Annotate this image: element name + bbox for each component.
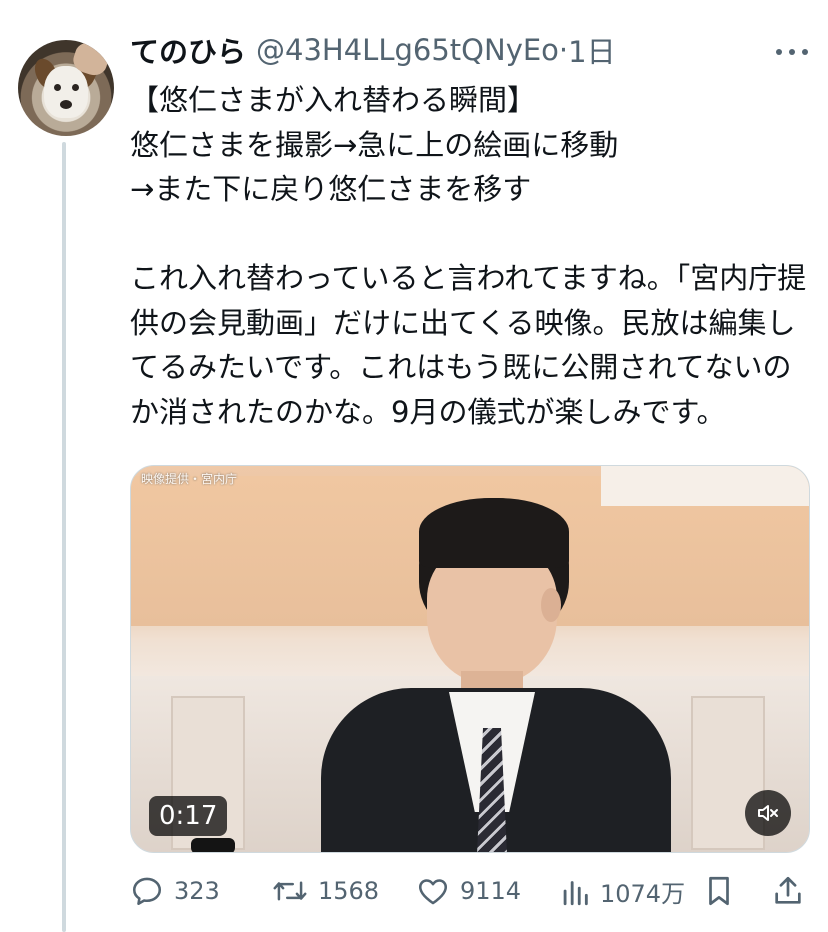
retweet-icon: [273, 881, 307, 901]
heart-icon: [418, 879, 448, 905]
bookmark-button[interactable]: [704, 868, 734, 914]
reply-count: 323: [174, 877, 220, 905]
share-button[interactable]: [772, 868, 804, 914]
retweet-count: 1568: [318, 877, 380, 905]
reply-icon: [132, 877, 162, 906]
views-count: 1074万: [600, 879, 686, 908]
retweet-button[interactable]: 1568: [272, 868, 379, 914]
like-count: 9114: [460, 877, 522, 905]
tweet-text: 【悠仁さまが入れ替わる瞬間】 悠仁さまを撮影→急に上の絵画に移動 →また下に戻り…: [130, 83, 807, 429]
thread-connector-line: [62, 142, 66, 932]
tweet-header: てのひら @43H4LLg65tQNyEo · 1日: [130, 30, 616, 70]
speaker-muted-icon: [758, 805, 778, 821]
author-name[interactable]: てのひら: [130, 29, 246, 71]
avatar[interactable]: [18, 40, 114, 136]
tweet-timestamp[interactable]: 1日: [568, 29, 615, 71]
author-handle[interactable]: @43H4LLg65tQNyEo: [256, 33, 559, 67]
bookmark-icon: [709, 876, 729, 906]
views-chart-icon: [563, 881, 588, 906]
video-player[interactable]: 映像提供・宮内庁 0:17: [130, 465, 810, 853]
more-horizontal-icon[interactable]: [776, 40, 808, 64]
like-button[interactable]: 9114: [416, 868, 521, 914]
video-watermark: 映像提供・宮内庁: [141, 472, 238, 486]
views-button[interactable]: 1074万: [560, 868, 685, 914]
mute-toggle-button[interactable]: [745, 790, 791, 836]
header-separator: ·: [558, 33, 569, 67]
share-icon: [775, 876, 801, 904]
tweet-actions-bar: 323 1568 9114 1074万: [130, 868, 810, 914]
reply-button[interactable]: 323: [130, 868, 220, 914]
video-duration: 0:17: [149, 796, 228, 836]
